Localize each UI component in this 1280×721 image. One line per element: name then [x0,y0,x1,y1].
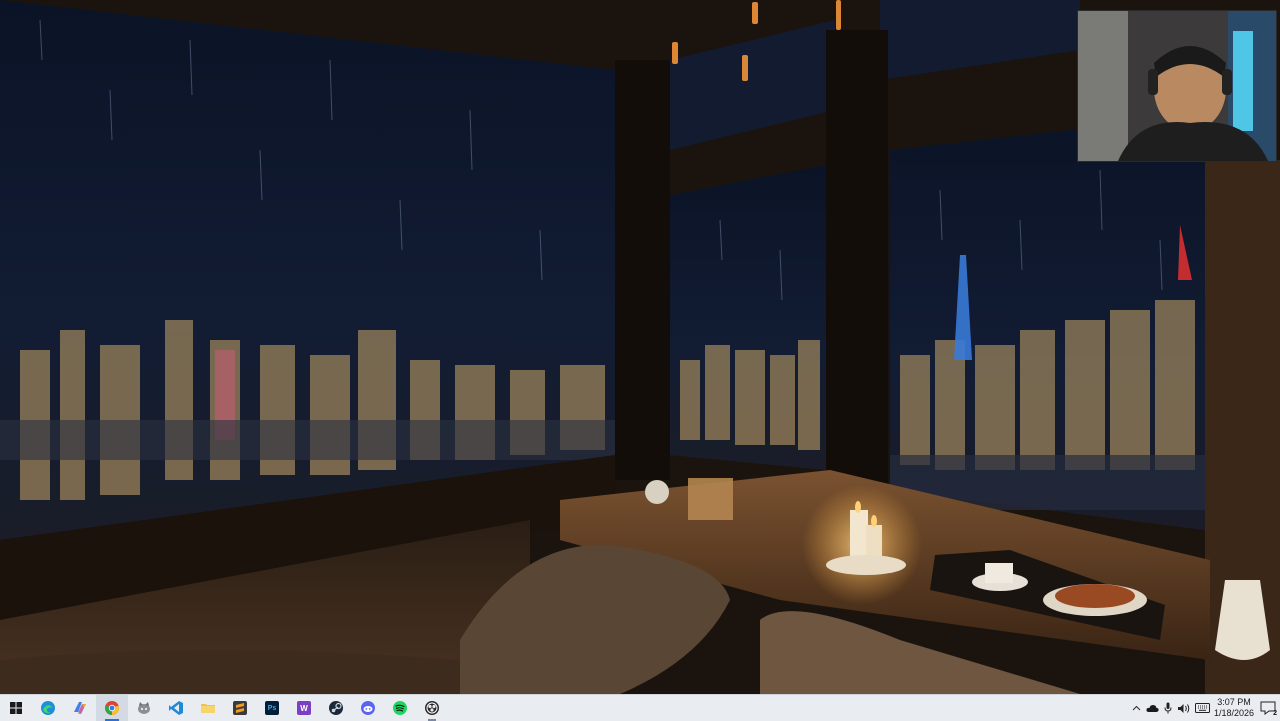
windows-taskbar: Ps W 3:07 PM 1/18/2026 2 [0,694,1280,721]
clock-date: 1/18/2026 [1213,708,1255,718]
vscode-app[interactable] [160,695,192,721]
record-icon [425,701,439,715]
chevron-up-icon[interactable] [1128,695,1144,721]
edge-app[interactable] [32,695,64,721]
steam-icon [329,701,343,715]
spotify-app[interactable] [384,695,416,721]
photoshop-icon: Ps [265,701,279,715]
steam-app[interactable] [320,695,352,721]
photoshop-app[interactable]: Ps [256,695,288,721]
chrome-app[interactable] [96,695,128,721]
cloud-icon[interactable] [1144,695,1160,721]
chrome-icon [105,701,119,715]
obs-app[interactable] [416,695,448,721]
spotify-icon [393,701,407,715]
edge-icon [41,701,55,715]
pet-app[interactable] [128,695,160,721]
start-button[interactable] [0,695,32,721]
sublime-icon [233,701,247,715]
vscode-icon [169,701,183,715]
sublime-text-app[interactable] [224,695,256,721]
notification-center-button[interactable]: 2 [1256,695,1280,721]
notification-count: 2 [1273,710,1277,717]
wingames-app[interactable]: W [288,695,320,721]
windows-icon [10,702,22,714]
file-explorer-app[interactable] [192,695,224,721]
folder-icon [201,704,215,713]
discord-app[interactable] [352,695,384,721]
copilot-app[interactable] [64,695,96,721]
w-icon: W [297,701,311,715]
speaker-icon[interactable] [1176,695,1192,721]
clock-time: 3:07 PM [1217,697,1251,707]
system-tray: 3:07 PM 1/18/2026 2 [1128,695,1280,721]
discord-icon [361,701,375,715]
webcam-overlay [1077,10,1277,162]
microphone-icon[interactable] [1160,695,1176,721]
cat-icon [138,702,150,714]
keyboard-icon[interactable] [1192,695,1212,721]
taskbar-clock[interactable]: 3:07 PM 1/18/2026 [1212,697,1256,719]
copilot-icon [74,702,86,714]
